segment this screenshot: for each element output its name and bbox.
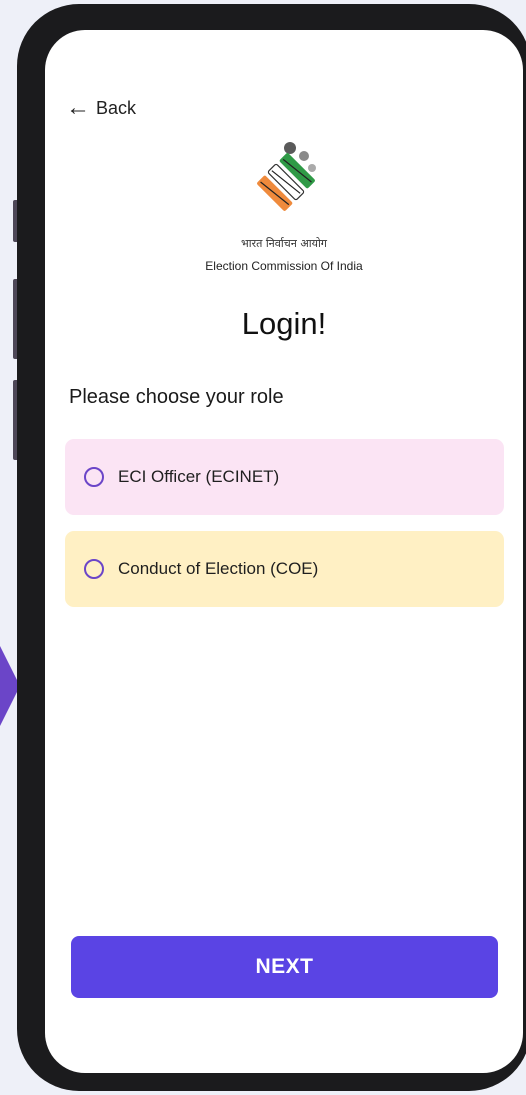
arrow-left-icon: ←	[66, 94, 90, 121]
role-option-eci-officer[interactable]: ECI Officer (ECINET)	[65, 439, 504, 515]
back-label: Back	[96, 97, 137, 118]
org-name-hindi: भारत निर्वाचन आयोग	[240, 237, 328, 250]
app-screen: ← Back भारत निर्वाचन आयोग Election Commi…	[45, 30, 523, 1073]
page-title: Login!	[241, 306, 327, 341]
org-name-english: Election Commission Of India	[205, 259, 363, 273]
role-prompt: Please choose your role	[69, 386, 284, 408]
role-option-conduct-of-election[interactable]: Conduct of Election (COE)	[65, 531, 504, 607]
radio-button[interactable]	[84, 467, 104, 487]
role-option-label: Conduct of Election (COE)	[118, 559, 319, 578]
role-option-label: ECI Officer (ECINET)	[118, 467, 280, 486]
back-button[interactable]: ← Back	[66, 96, 136, 120]
radio-button[interactable]	[84, 559, 104, 579]
next-button[interactable]: NEXT	[71, 936, 498, 998]
eci-logo	[257, 142, 316, 211]
